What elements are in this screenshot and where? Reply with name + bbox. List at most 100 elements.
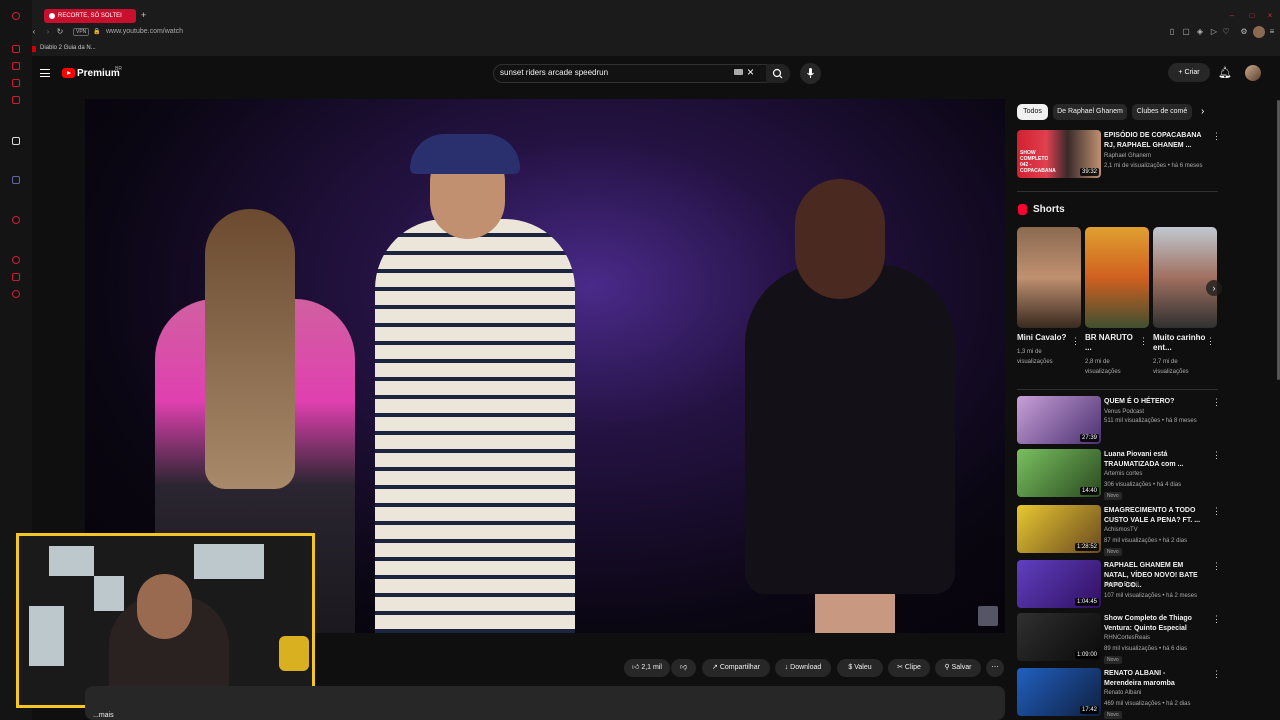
video-menu-icon[interactable]: ⋮	[1212, 450, 1221, 461]
settings-icon[interactable]: ⚙	[1240, 28, 1248, 36]
plush-toy	[279, 636, 309, 671]
sidebar-history-icon[interactable]	[12, 256, 20, 264]
short-thumbnail[interactable]	[1085, 227, 1149, 328]
video-title[interactable]: Show Completo de Thiago Ventura: Quinto …	[1104, 614, 1204, 634]
sidebar-player-icon[interactable]	[12, 216, 20, 224]
video-channel[interactable]: RHNCortesReais	[1104, 635, 1150, 641]
youtube-brand[interactable]: Premium	[77, 68, 120, 79]
streamer-head	[137, 574, 192, 639]
video-thumbnail[interactable]: SHOW COMPLETO 042 - COPACABANA 39:32	[1017, 130, 1101, 178]
shorts-next-button[interactable]: ›	[1206, 280, 1222, 296]
chip-all[interactable]: Todos	[1017, 104, 1048, 120]
url-field[interactable]: www.youtube.com/watch	[106, 28, 183, 35]
bookmark-item[interactable]: Diablo 2 Guia da N...	[40, 45, 96, 51]
video-menu-icon[interactable]: ⋮	[1212, 614, 1221, 625]
video-menu-icon[interactable]: ⋮	[1212, 397, 1221, 408]
search-button[interactable]	[766, 64, 790, 83]
forward-icon[interactable]: ›	[44, 28, 52, 36]
video-channel[interactable]: Raphael Ghanem	[1104, 153, 1151, 159]
short-title[interactable]: Muito carinho ent...	[1153, 333, 1209, 353]
hamburger-menu-icon[interactable]	[40, 69, 50, 77]
voice-search-button[interactable]	[800, 63, 821, 84]
profile-avatar[interactable]	[1253, 26, 1265, 38]
video-channel[interactable]: AchismosTV	[1104, 527, 1138, 533]
video-channel[interactable]: Humor Brasil	[1104, 582, 1139, 588]
menu-icon[interactable]: ≡	[1268, 28, 1276, 36]
save-button[interactable]: ⚲ Salvar	[935, 659, 981, 677]
create-button[interactable]: + Criar	[1168, 63, 1210, 82]
window-maximize-icon[interactable]: □	[1248, 12, 1256, 20]
window-minimize-icon[interactable]: –	[1228, 12, 1236, 20]
sidebar-messenger-icon[interactable]	[12, 45, 20, 53]
video-menu-icon[interactable]: ⋮	[1212, 561, 1221, 572]
video-menu-icon[interactable]: ⋮	[1212, 506, 1221, 517]
video-thumbnail[interactable]: 14:40	[1017, 449, 1101, 497]
more-actions-button[interactable]: ⋯	[986, 659, 1004, 677]
chips-next-icon[interactable]: ›	[1201, 106, 1204, 117]
share-button[interactable]: ↗ Compartilhar	[702, 659, 770, 677]
snapshot-icon[interactable]: ▢	[1182, 28, 1190, 36]
sidebar-instagram-icon[interactable]	[12, 79, 20, 87]
keyboard-icon[interactable]	[734, 69, 743, 75]
video-title[interactable]: RENATO ALBANI - Merendeira maromba	[1104, 669, 1204, 689]
show-more-link[interactable]: ...mais	[93, 712, 114, 719]
chip-channel[interactable]: De Raphael Ghanem	[1053, 104, 1127, 120]
shield-icon[interactable]: ◈	[1196, 28, 1204, 36]
video-menu-icon[interactable]: ⋮	[1212, 669, 1221, 680]
like-button[interactable]: 👍︎ 2,1 mil	[624, 659, 670, 677]
short-menu-icon[interactable]: ⋮	[1071, 336, 1080, 347]
video-title[interactable]: Luana Piovani está TRAUMATIZADA com ...	[1104, 450, 1204, 470]
video-channel[interactable]: Venus Podcast	[1104, 409, 1144, 415]
play-icon[interactable]: ▷	[1210, 28, 1218, 36]
short-title[interactable]: BR NARUTO ...	[1085, 333, 1141, 353]
bookmarks-bar	[0, 42, 1280, 56]
description-panel[interactable]	[85, 686, 1005, 720]
vpn-badge[interactable]: VPN	[73, 28, 90, 36]
sidebar-twitch-icon[interactable]	[12, 176, 20, 184]
clip-button[interactable]: ✂ Clipe	[888, 659, 930, 677]
more-horizontal-icon: ⋯	[991, 664, 999, 671]
sidebar-whatsapp-icon[interactable]	[12, 96, 20, 104]
short-menu-icon[interactable]: ⋮	[1206, 336, 1215, 347]
sidebar-heart-icon[interactable]	[12, 273, 20, 281]
video-channel[interactable]: Artemis cortes	[1104, 471, 1142, 477]
extension-icon[interactable]: ▯	[1168, 28, 1176, 36]
clear-search-icon[interactable]: ×	[747, 65, 754, 79]
sidebar-wallet-icon[interactable]	[12, 62, 20, 70]
sidebar-aria-icon[interactable]	[12, 137, 20, 145]
short-thumbnail[interactable]	[1153, 227, 1217, 328]
window-close-icon[interactable]: ×	[1266, 12, 1274, 20]
video-thumbnail[interactable]: 1:09:00	[1017, 613, 1101, 661]
video-thumbnail[interactable]: 27:39	[1017, 396, 1101, 444]
account-avatar[interactable]	[1245, 65, 1261, 81]
video-duration: 1:28:52	[1074, 543, 1099, 551]
video-thumbnail[interactable]: 17:42	[1017, 668, 1101, 716]
opera-logo-icon[interactable]	[12, 12, 20, 20]
dislike-button[interactable]: 👎︎	[671, 659, 696, 677]
video-title[interactable]: EPISÓDIO DE COPACABANA RJ, RAPHAEL GHANE…	[1104, 131, 1204, 151]
short-thumbnail[interactable]	[1017, 227, 1081, 328]
notifications-bell-icon[interactable]: 🔔︎	[1218, 66, 1232, 79]
acoustic-panel	[49, 546, 94, 576]
new-tab-button[interactable]: +	[141, 10, 146, 20]
short-title[interactable]: Mini Cavalo?	[1017, 333, 1073, 343]
video-menu-icon[interactable]: ⋮	[1212, 131, 1221, 142]
chip-comedy[interactable]: Clubes de comé	[1132, 104, 1192, 120]
video-thumbnail[interactable]: 1:28:52	[1017, 505, 1101, 553]
browser-tab[interactable]: RECORTE, SÓ SOLTEI	[44, 9, 136, 23]
short-menu-icon[interactable]: ⋮	[1139, 336, 1148, 347]
thanks-button[interactable]: $ Valeu	[837, 659, 883, 677]
download-button[interactable]: ↓ Download	[775, 659, 831, 677]
reload-icon[interactable]: ↻	[56, 28, 64, 36]
channel-watermark[interactable]	[978, 606, 998, 626]
video-title[interactable]: QUEM É O HÉTERO?	[1104, 397, 1204, 407]
search-input[interactable]: sunset riders arcade speedrun	[500, 68, 608, 77]
video-channel[interactable]: Renato Albani	[1104, 690, 1141, 696]
search-icon	[772, 68, 783, 79]
heart-icon[interactable]: ♡	[1222, 28, 1230, 36]
youtube-logo-icon[interactable]	[62, 68, 75, 78]
new-badge: Novo	[1104, 492, 1122, 500]
video-title[interactable]: EMAGRECIMENTO A TODO CUSTO VALE A PENA? …	[1104, 506, 1204, 526]
video-thumbnail[interactable]: 1:04:45	[1017, 560, 1101, 608]
sidebar-settings-icon[interactable]	[12, 290, 20, 298]
